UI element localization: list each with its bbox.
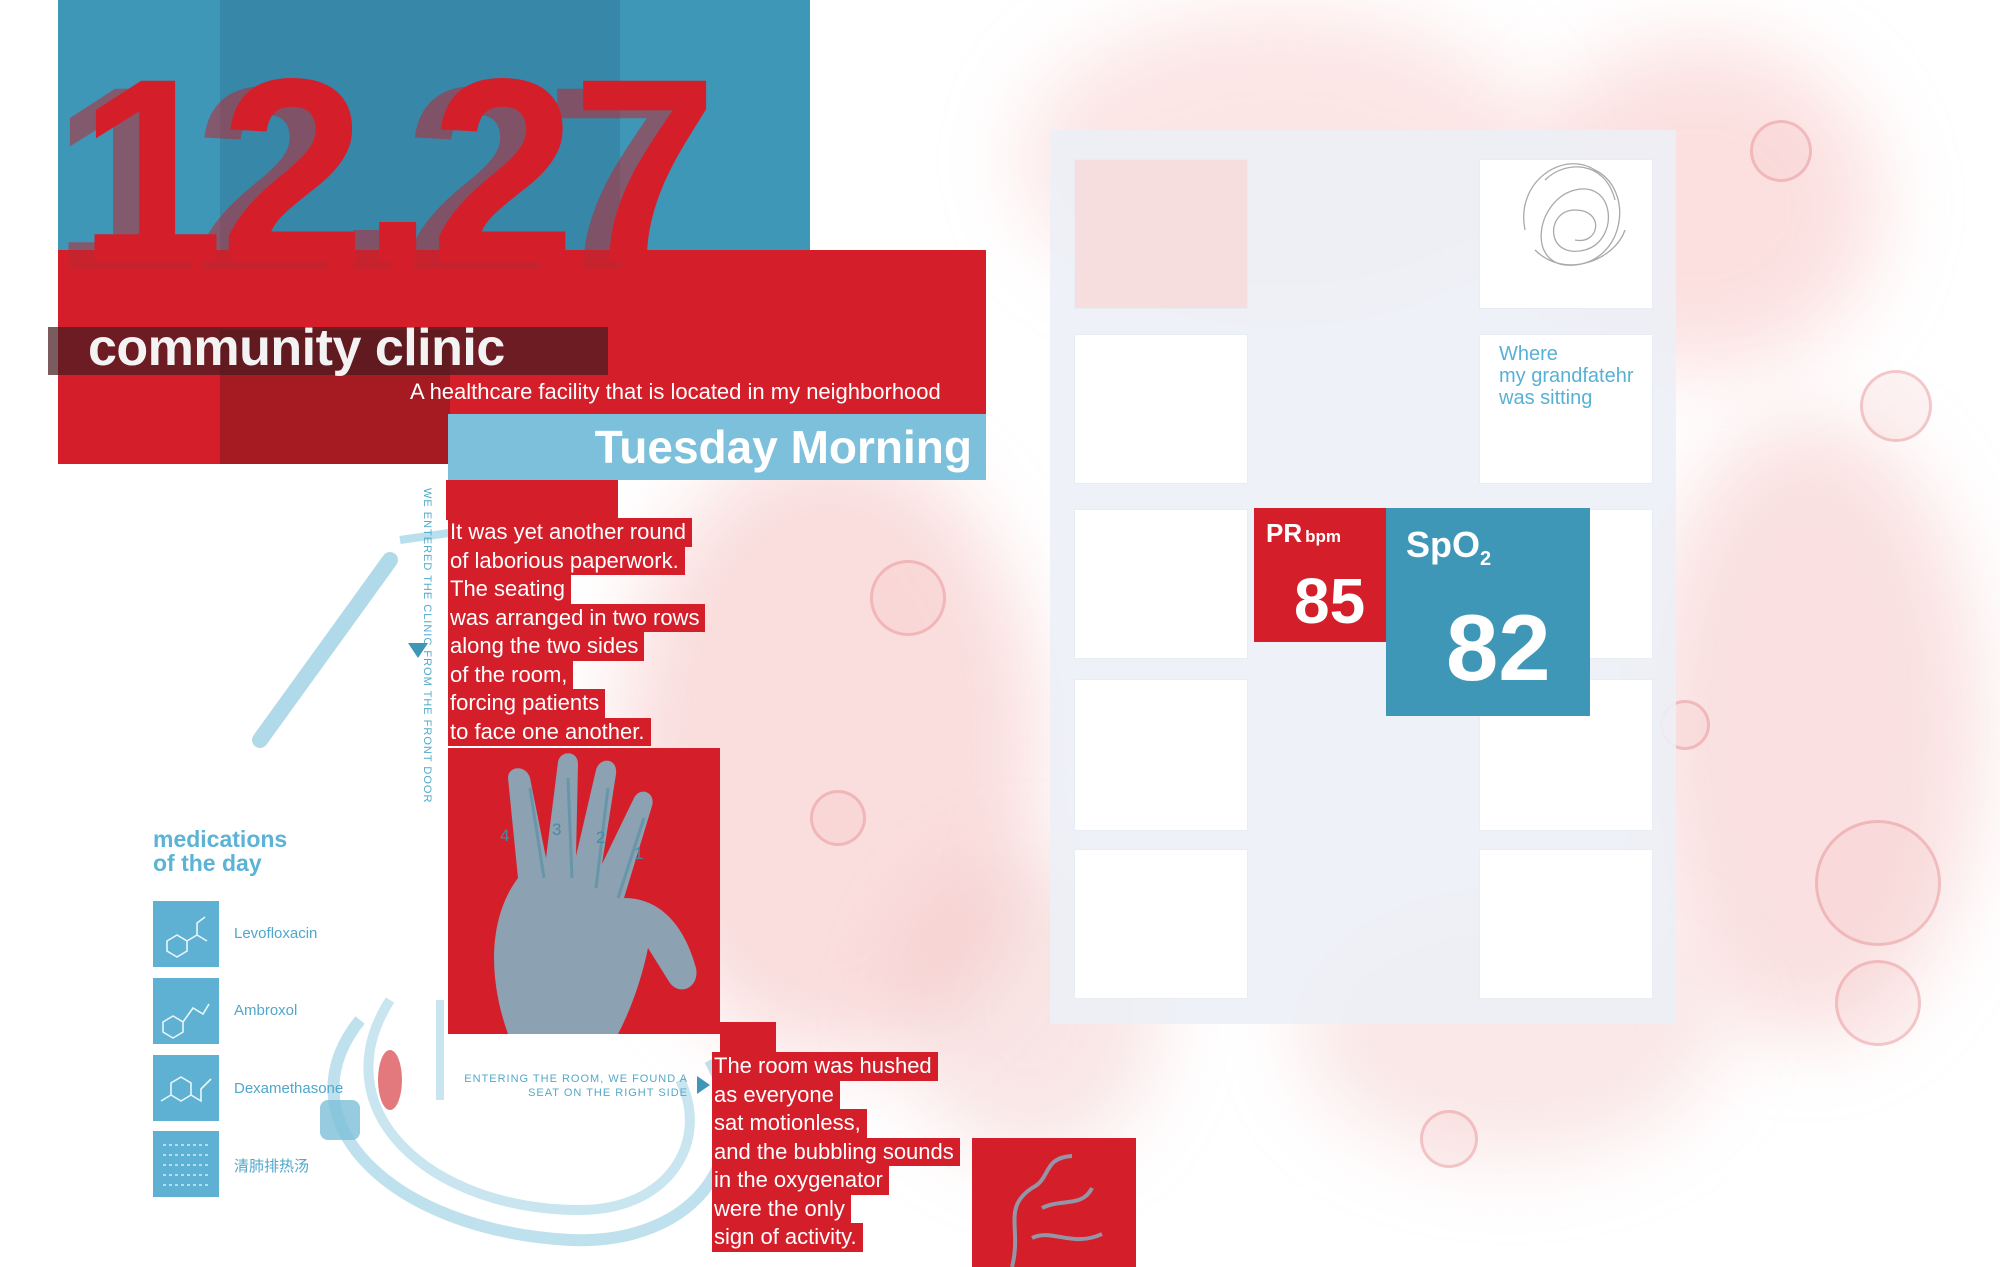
story-line: The seating xyxy=(448,575,571,604)
hand-number: 1 xyxy=(634,844,644,863)
arrow-right-icon xyxy=(697,1076,710,1094)
seat-cell xyxy=(1075,680,1247,830)
page-title: community clinic xyxy=(88,319,505,377)
story-line: It was yet another round xyxy=(448,518,693,547)
seat-cell xyxy=(1075,335,1247,483)
hand-number: 3 xyxy=(552,820,562,839)
hand-number: 2 xyxy=(596,828,606,847)
seat-cell xyxy=(1075,850,1247,998)
story-line: of the room, xyxy=(448,660,574,689)
pulse-rate-label: PR bpm xyxy=(1266,518,1342,548)
molecule-icon xyxy=(153,978,219,1044)
story-line: sign of activity. xyxy=(712,1223,863,1252)
medication-name: Dexamethasone xyxy=(234,1080,344,1097)
coral-image xyxy=(972,1138,1136,1267)
story-line: in the oxygenator xyxy=(712,1166,889,1195)
room-caption: ENTERING THE ROOM, WE FOUND A SEAT ON TH… xyxy=(464,1073,688,1099)
hand-image-tab xyxy=(720,1022,776,1052)
seat-cell xyxy=(1480,850,1652,998)
seat-cell xyxy=(1075,510,1247,658)
hand-illustration xyxy=(494,753,697,1034)
medication-name: Ambroxol xyxy=(234,1002,298,1019)
molecule-icon xyxy=(153,901,219,967)
story-line: to face one another. xyxy=(448,717,651,746)
scribble-illustration xyxy=(1523,163,1626,266)
story-line: as everyone xyxy=(712,1080,840,1109)
hand-image: 4 3 2 1 xyxy=(448,748,720,1034)
spo2-panel: SpO2 82 xyxy=(1386,508,1590,716)
page-subtitle: A healthcare facility that is located in… xyxy=(410,379,941,404)
seat-caption: Where my grandfatehr was sitting xyxy=(1499,343,1634,409)
story-line: The room was hushed xyxy=(712,1052,938,1081)
arrow-down-icon xyxy=(408,643,428,658)
page: { "header": { "date": "12.27", "title": … xyxy=(0,0,2000,1267)
weekday-banner: Tuesday Morning xyxy=(448,414,986,480)
story-line: was arranged in two rows xyxy=(448,603,706,632)
story-line: along the two sides xyxy=(448,632,645,661)
story-line: and the bubbling sounds xyxy=(712,1137,960,1166)
story2-block: The room was hushed as everyone sat moti… xyxy=(712,1052,960,1252)
herbal-text-icon xyxy=(153,1131,219,1197)
medications-title: medications of the day xyxy=(153,826,288,876)
pulse-rate-panel: PR bpm 85 xyxy=(1254,508,1386,642)
spo2-label: SpO2 xyxy=(1406,524,1492,571)
date-heading: 12.27 xyxy=(78,24,718,317)
spo2-value: 82 xyxy=(1446,595,1551,700)
pulse-rate-value: 85 xyxy=(1294,565,1366,637)
story-line: forcing patients xyxy=(448,689,606,718)
story-line: were the only xyxy=(712,1194,851,1223)
molecule-icon xyxy=(153,1055,219,1121)
story-line: of laborious paperwork. xyxy=(448,546,685,575)
story-block: It was yet another round of laborious pa… xyxy=(448,518,706,746)
story-red-backing xyxy=(446,480,618,520)
story-line: sat motionless, xyxy=(712,1109,867,1138)
hand-number: 4 xyxy=(500,826,510,845)
medication-name: 清肺排热汤 xyxy=(234,1158,310,1175)
seat-cell xyxy=(1075,160,1247,308)
medication-name: Levofloxacin xyxy=(234,925,318,942)
